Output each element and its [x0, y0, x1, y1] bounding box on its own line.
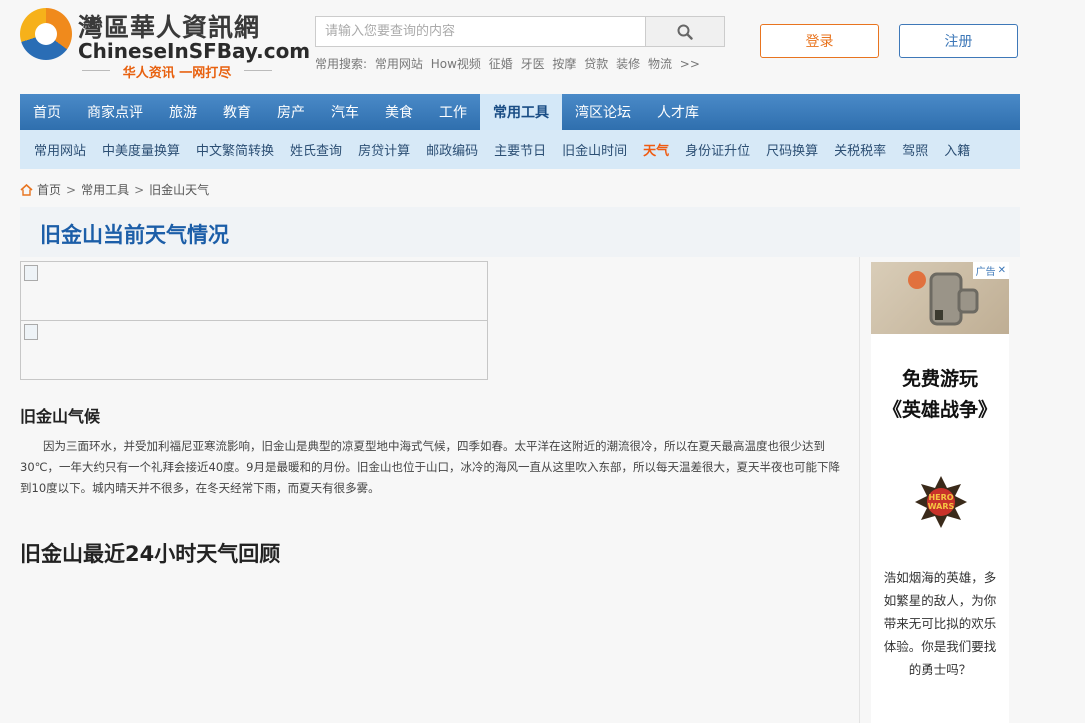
subnav-item[interactable]: 邮政编码 — [418, 140, 486, 159]
subnav-item[interactable]: 中美度量换算 — [94, 140, 188, 159]
subnav-item[interactable]: 驾照 — [894, 140, 936, 159]
logo-english-name: ChineseInSFBay.com — [78, 39, 311, 63]
sidebar-ad[interactable]: 广告 ✕ 免费游玩 《英雄战争》 HERO WARS 浩如烟海的英雄，多如繁星的… — [871, 262, 1009, 723]
svg-text:HERO: HERO — [928, 493, 953, 502]
subnav-item[interactable]: 主要节日 — [486, 140, 554, 159]
sidebar-divider — [859, 257, 860, 723]
nav-item-education[interactable]: 教育 — [210, 94, 264, 130]
register-button[interactable]: 注册 — [899, 24, 1018, 58]
subnav-item[interactable]: 入籍 — [936, 140, 978, 159]
nav-item-home[interactable]: 首页 — [20, 94, 74, 130]
hero-wars-logo[interactable]: HERO WARS — [913, 474, 969, 530]
hot-more-link[interactable]: >> — [680, 57, 700, 71]
nav-item-travel[interactable]: 旅游 — [156, 94, 210, 130]
search-bar — [315, 16, 725, 47]
ad-tag-text: 广告 — [975, 267, 996, 278]
weather-image-placeholder — [20, 320, 488, 380]
climate-heading: 旧金山气候 — [20, 407, 101, 426]
subnav-item[interactable]: 尺码换算 — [758, 140, 826, 159]
site-logo[interactable]: 灣區華人資訊網 ChineseInSFBay.com 华人资讯 一网打尽 — [20, 6, 310, 82]
sub-nav: 常用网站 中美度量换算 中文繁简转换 姓氏查询 房贷计算 邮政编码 主要节日 旧… — [20, 130, 1020, 169]
subnav-item[interactable]: 房贷计算 — [350, 140, 418, 159]
ad-label[interactable]: 广告 ✕ — [972, 262, 1009, 279]
hot-link[interactable]: 牙医 — [521, 57, 545, 71]
breadcrumb-separator: > — [66, 182, 77, 197]
broken-image-icon — [24, 324, 38, 340]
login-button[interactable]: 登录 — [760, 24, 879, 58]
subnav-item[interactable]: 身份证升位 — [677, 140, 758, 159]
home-icon — [20, 183, 33, 196]
hot-link[interactable]: 按摩 — [552, 57, 576, 71]
hot-searches: 常用搜索: 常用网站 How视频 征婚 牙医 按摩 贷款 装修 物流 >> — [315, 55, 704, 72]
history-heading: 旧金山最近24小时天气回顾 — [20, 542, 281, 566]
breadcrumb-tools[interactable]: 常用工具 — [81, 181, 129, 198]
breadcrumb: 首页 > 常用工具 > 旧金山天气 — [20, 181, 209, 198]
nav-item-tools[interactable]: 常用工具 — [480, 94, 562, 130]
ad-title-line: 免费游玩 — [901, 368, 978, 390]
ad-description: 浩如烟海的英雄，多如繁星的敌人，为你带来无可比拟的欢乐体验。你是我们要找的勇士吗… — [883, 570, 997, 677]
logo-mark-icon — [20, 8, 72, 60]
hot-link[interactable]: 物流 — [648, 57, 672, 71]
weather-image-placeholder — [20, 261, 488, 321]
svg-text:WARS: WARS — [928, 502, 955, 511]
hot-link[interactable]: 装修 — [616, 57, 640, 71]
subnav-item[interactable]: 姓氏查询 — [282, 140, 350, 159]
nav-item-talent[interactable]: 人才库 — [644, 94, 712, 130]
subnav-item[interactable]: 中文繁简转换 — [188, 140, 282, 159]
logo-slogan: 华人资讯 一网打尽 — [82, 62, 272, 81]
subnav-item[interactable]: 关税税率 — [826, 140, 894, 159]
hot-link[interactable]: 征婚 — [489, 57, 513, 71]
hero-wars-logo-image: HERO WARS — [915, 476, 967, 528]
hot-link[interactable]: 常用网站 — [375, 57, 423, 71]
search-input[interactable] — [316, 17, 645, 46]
climate-paragraph: 因为三面环水，并受加利福尼亚寒流影响，旧金山是典型的凉夏型地中海式气候，四季如春… — [20, 439, 840, 495]
hot-link[interactable]: 贷款 — [584, 57, 608, 71]
subnav-item[interactable]: 常用网站 — [26, 140, 94, 159]
broken-image-icon — [24, 265, 38, 281]
nav-item-jobs[interactable]: 工作 — [426, 94, 480, 130]
search-button[interactable] — [645, 17, 724, 46]
hot-link[interactable]: How视频 — [431, 57, 481, 71]
nav-item-reviews[interactable]: 商家点评 — [74, 94, 156, 130]
nav-item-realestate[interactable]: 房产 — [264, 94, 318, 130]
main-nav: 首页 商家点评 旅游 教育 房产 汽车 美食 工作 常用工具 湾区论坛 人才库 — [20, 94, 1020, 130]
ad-title[interactable]: 免费游玩 《英雄战争》 — [871, 364, 1009, 426]
page-title: 旧金山当前天气情况 — [40, 223, 229, 247]
breadcrumb-home[interactable]: 首页 — [37, 181, 61, 198]
subnav-item-weather[interactable]: 天气 — [635, 140, 677, 159]
breadcrumb-current: 旧金山天气 — [149, 183, 210, 197]
subnav-item[interactable]: 旧金山时间 — [554, 140, 635, 159]
nav-item-forum[interactable]: 湾区论坛 — [562, 94, 644, 130]
page-title-bar: 旧金山当前天气情况 — [20, 207, 1020, 257]
nav-item-food[interactable]: 美食 — [372, 94, 426, 130]
ad-title-line: 《英雄战争》 — [882, 399, 997, 421]
breadcrumb-separator: > — [134, 182, 145, 197]
search-icon — [677, 24, 693, 40]
ad-close-icon[interactable]: ✕ — [998, 265, 1006, 276]
ad-game-image[interactable]: 广告 ✕ — [871, 262, 1009, 334]
nav-item-auto[interactable]: 汽车 — [318, 94, 372, 130]
hot-searches-label: 常用搜索: — [315, 57, 368, 71]
